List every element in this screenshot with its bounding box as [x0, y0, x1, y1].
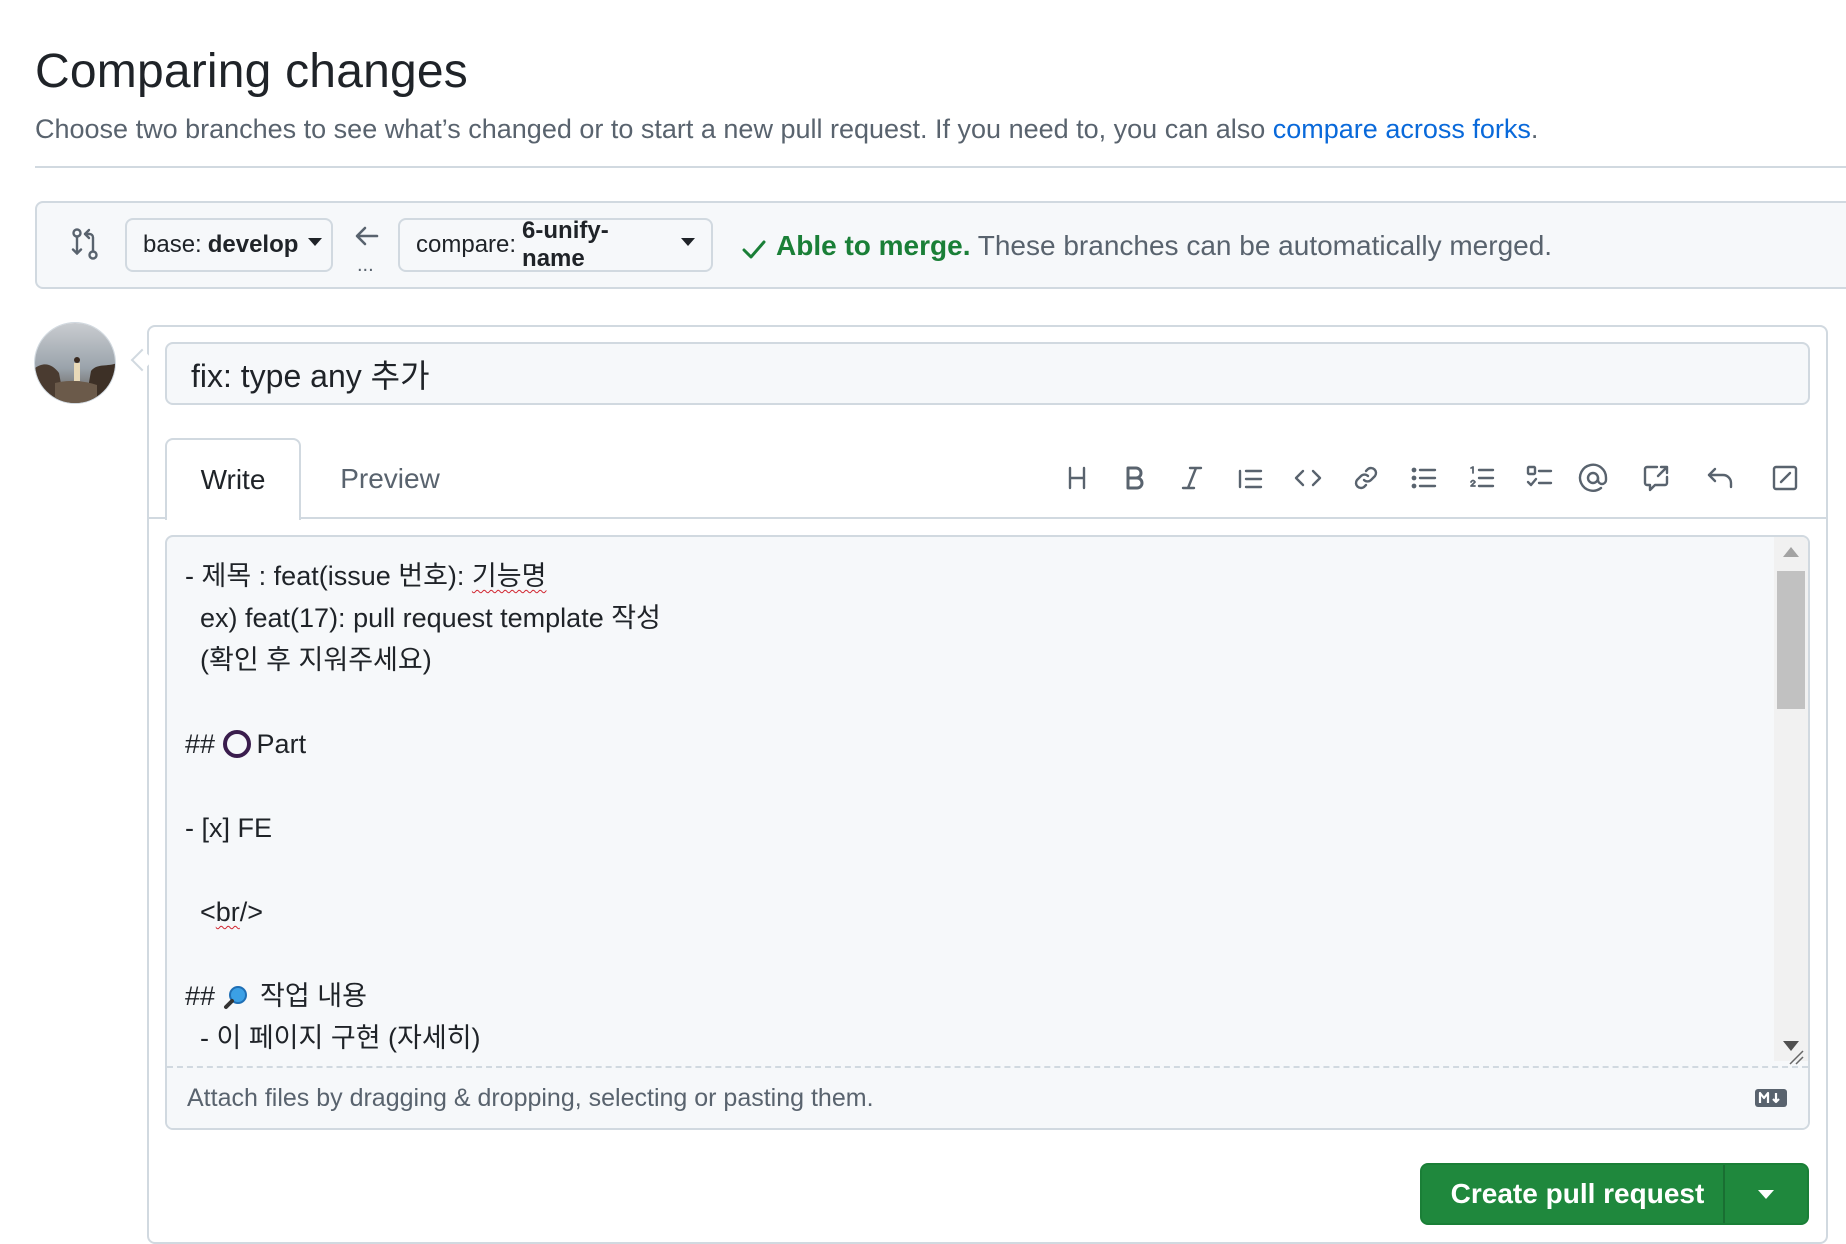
body-line: ## — [185, 981, 223, 1011]
code-icon[interactable] — [1288, 458, 1328, 498]
body-line: - 이 페이지 구현 (자세히) — [185, 1023, 481, 1053]
compare-label: compare: — [416, 231, 517, 258]
pr-body-editor[interactable]: - 제목 : feat(issue 번호): 기능명 ex) feat(17):… — [165, 535, 1810, 1130]
unordered-list-icon[interactable] — [1404, 458, 1444, 498]
body-line: - [x] FE — [185, 813, 272, 843]
arrow-left-icon — [355, 226, 379, 246]
undo-icon[interactable] — [1700, 458, 1740, 498]
base-branch-name: develop — [207, 231, 299, 258]
scroll-up-icon[interactable] — [1783, 547, 1799, 557]
markdown-icon[interactable] — [1754, 1088, 1788, 1108]
body-line-misspelled: 기능명 — [471, 561, 547, 591]
heading-icon[interactable] — [1057, 458, 1097, 498]
fullscreen-icon[interactable] — [1765, 458, 1805, 498]
file-attachment-dropzone[interactable]: Attach files by dragging & dropping, sel… — [167, 1066, 1808, 1128]
tab-preview[interactable]: Preview — [310, 438, 470, 519]
body-line: ex) feat(17): pull request template 작성 — [185, 603, 661, 633]
body-line: Part — [256, 729, 307, 759]
attach-hint: Attach files by dragging & dropping, sel… — [187, 1083, 874, 1112]
quote-icon[interactable] — [1230, 458, 1270, 498]
chevron-down-icon — [1758, 1189, 1774, 1199]
avatar[interactable] — [34, 322, 116, 404]
body-line: (확인 후 지워주세요) — [185, 645, 432, 675]
link-icon[interactable] — [1346, 458, 1386, 498]
body-line: - 제목 : feat(issue 번호): — [185, 561, 472, 591]
pr-title-input[interactable] — [165, 342, 1810, 405]
chevron-down-icon — [681, 238, 695, 246]
page-subtitle: Choose two branches to see what’s change… — [35, 114, 1538, 145]
tab-write[interactable]: Write — [165, 438, 301, 520]
ordered-list-icon[interactable] — [1462, 458, 1502, 498]
merge-status-detail: These branches can be automatically merg… — [970, 230, 1553, 261]
compare-branch-select[interactable]: compare: 6-unify-name — [398, 217, 713, 272]
mention-icon[interactable] — [1573, 458, 1613, 498]
base-branch-select[interactable]: base: develop — [125, 218, 333, 272]
page-title: Comparing changes — [35, 45, 468, 98]
create-pull-request-button[interactable]: Create pull request — [1420, 1163, 1809, 1225]
git-compare-icon — [71, 228, 98, 260]
task-list-icon[interactable] — [1520, 458, 1560, 498]
body-line-misspelled: br — [215, 897, 240, 927]
base-label: base: — [143, 231, 202, 258]
body-line: /> — [239, 897, 264, 927]
editor-scrollbar[interactable] — [1774, 537, 1808, 1061]
resize-handle-icon[interactable] — [1786, 1049, 1804, 1065]
merge-status: Able to merge. These branches can be aut… — [776, 230, 1552, 262]
body-line: ## — [185, 729, 223, 759]
reference-icon[interactable] — [1636, 458, 1676, 498]
scrollbar-thumb[interactable] — [1777, 571, 1805, 709]
compare-across-forks-link[interactable]: compare across forks — [1273, 114, 1531, 144]
subtitle-text: Choose two branches to see what’s change… — [35, 114, 1273, 144]
create-pull-request-label: Create pull request — [1450, 1178, 1705, 1209]
header-divider — [35, 166, 1846, 168]
range-ellipsis: ... — [357, 254, 374, 276]
bold-icon[interactable] — [1114, 458, 1154, 498]
pr-body-textarea[interactable]: - 제목 : feat(issue 번호): 기능명 ex) feat(17):… — [185, 555, 1745, 1067]
magnifying-glass-icon — [223, 986, 247, 1009]
italic-icon[interactable] — [1172, 458, 1212, 498]
hollow-circle-icon — [222, 730, 251, 758]
check-icon — [742, 240, 766, 259]
subtitle-end: . — [1530, 114, 1539, 144]
body-line: < — [185, 897, 216, 927]
chevron-down-icon — [308, 238, 323, 246]
compare-branch-name: 6-unify-name — [522, 217, 609, 272]
create-options-dropdown[interactable] — [1723, 1165, 1807, 1223]
merge-status-label: Able to merge. — [776, 230, 971, 261]
body-line: 작업 내용 — [252, 981, 367, 1011]
